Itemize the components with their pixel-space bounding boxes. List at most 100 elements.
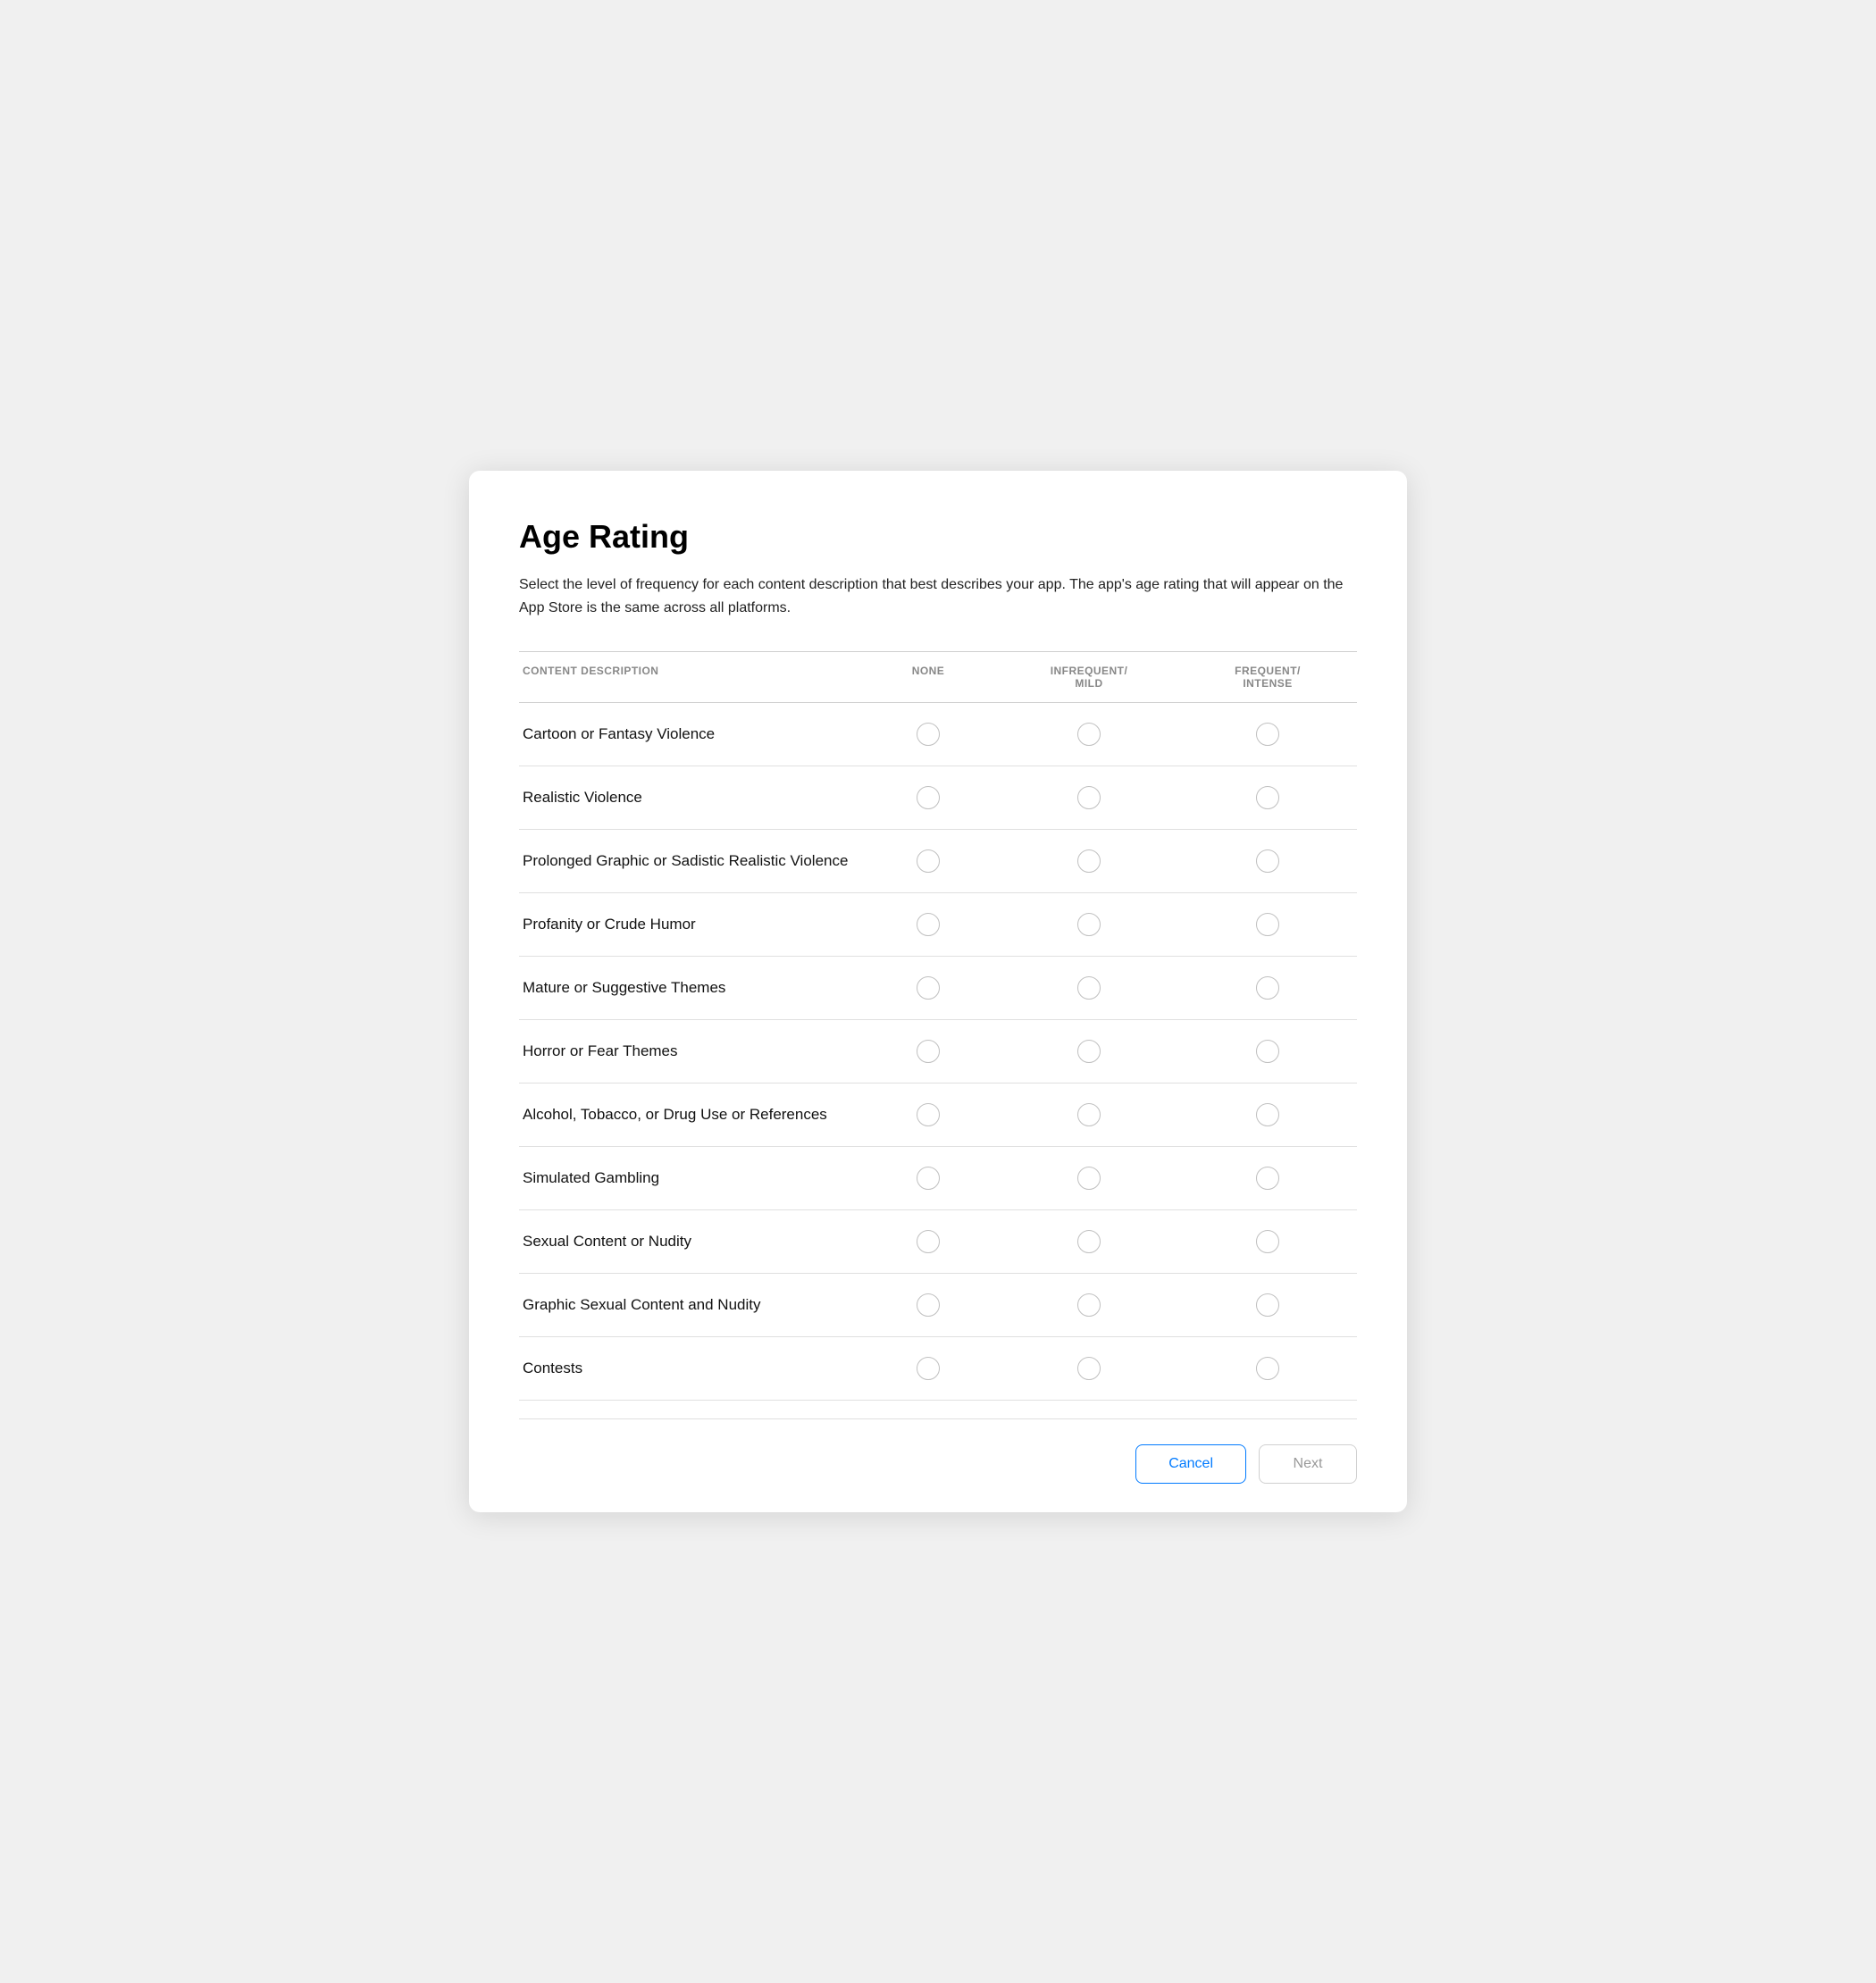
radio-intense-contests[interactable] xyxy=(1256,1357,1279,1380)
col-header-frequent: FREQUENT/INTENSE xyxy=(1178,665,1357,690)
next-button[interactable]: Next xyxy=(1259,1444,1357,1484)
radio-cell-mild-graphic-sexual-content xyxy=(1000,1293,1178,1317)
table-row: Sexual Content or Nudity xyxy=(519,1210,1357,1274)
radio-mild-mature-suggestive-themes[interactable] xyxy=(1077,976,1101,1000)
radio-cell-none-sexual-content-nudity xyxy=(857,1230,1000,1253)
radio-none-alcohol-tobacco-drug[interactable] xyxy=(917,1103,940,1126)
row-label-mature-suggestive-themes: Mature or Suggestive Themes xyxy=(519,979,857,997)
radio-mild-graphic-sexual-content[interactable] xyxy=(1077,1293,1101,1317)
radio-cell-mild-mature-suggestive-themes xyxy=(1000,976,1178,1000)
radio-cell-mild-sexual-content-nudity xyxy=(1000,1230,1178,1253)
radio-cell-intense-graphic-sexual-content xyxy=(1178,1293,1357,1317)
radio-none-prolonged-graphic-violence[interactable] xyxy=(917,849,940,873)
modal-title: Age Rating xyxy=(519,517,1357,556)
radio-cell-mild-realistic-violence xyxy=(1000,786,1178,809)
radio-cell-none-cartoon-fantasy-violence xyxy=(857,723,1000,746)
row-label-sexual-content-nudity: Sexual Content or Nudity xyxy=(519,1233,857,1251)
radio-none-sexual-content-nudity[interactable] xyxy=(917,1230,940,1253)
radio-intense-graphic-sexual-content[interactable] xyxy=(1256,1293,1279,1317)
cancel-button[interactable]: Cancel xyxy=(1135,1444,1246,1484)
row-label-profanity-crude-humor: Profanity or Crude Humor xyxy=(519,916,857,933)
radio-cell-mild-horror-fear-themes xyxy=(1000,1040,1178,1063)
modal-description: Select the level of frequency for each c… xyxy=(519,573,1357,619)
radio-cell-mild-contests xyxy=(1000,1357,1178,1380)
radio-mild-sexual-content-nudity[interactable] xyxy=(1077,1230,1101,1253)
radio-cell-intense-alcohol-tobacco-drug xyxy=(1178,1103,1357,1126)
table-row: Contests xyxy=(519,1337,1357,1401)
table-row: Cartoon or Fantasy Violence xyxy=(519,703,1357,766)
radio-cell-none-contests xyxy=(857,1357,1000,1380)
radio-intense-sexual-content-nudity[interactable] xyxy=(1256,1230,1279,1253)
radio-cell-intense-simulated-gambling xyxy=(1178,1167,1357,1190)
radio-cell-intense-mature-suggestive-themes xyxy=(1178,976,1357,1000)
row-label-realistic-violence: Realistic Violence xyxy=(519,789,857,807)
table-header: CONTENT DESCRIPTION NONE INFREQUENT/MILD… xyxy=(519,651,1357,703)
radio-cell-none-graphic-sexual-content xyxy=(857,1293,1000,1317)
radio-intense-profanity-crude-humor[interactable] xyxy=(1256,913,1279,936)
radio-none-contests[interactable] xyxy=(917,1357,940,1380)
row-label-prolonged-graphic-violence: Prolonged Graphic or Sadistic Realistic … xyxy=(519,852,857,870)
radio-none-profanity-crude-humor[interactable] xyxy=(917,913,940,936)
radio-cell-intense-contests xyxy=(1178,1357,1357,1380)
radio-mild-cartoon-fantasy-violence[interactable] xyxy=(1077,723,1101,746)
radio-cell-none-mature-suggestive-themes xyxy=(857,976,1000,1000)
radio-intense-mature-suggestive-themes[interactable] xyxy=(1256,976,1279,1000)
radio-cell-intense-sexual-content-nudity xyxy=(1178,1230,1357,1253)
radio-intense-simulated-gambling[interactable] xyxy=(1256,1167,1279,1190)
content-table: CONTENT DESCRIPTION NONE INFREQUENT/MILD… xyxy=(519,651,1357,1401)
radio-intense-horror-fear-themes[interactable] xyxy=(1256,1040,1279,1063)
radio-cell-none-profanity-crude-humor xyxy=(857,913,1000,936)
table-row: Alcohol, Tobacco, or Drug Use or Referen… xyxy=(519,1084,1357,1147)
radio-none-simulated-gambling[interactable] xyxy=(917,1167,940,1190)
radio-mild-prolonged-graphic-violence[interactable] xyxy=(1077,849,1101,873)
radio-cell-none-realistic-violence xyxy=(857,786,1000,809)
table-row: Mature or Suggestive Themes xyxy=(519,957,1357,1020)
radio-intense-prolonged-graphic-violence[interactable] xyxy=(1256,849,1279,873)
radio-cell-intense-prolonged-graphic-violence xyxy=(1178,849,1357,873)
age-rating-modal: Age Rating Select the level of frequency… xyxy=(469,471,1407,1512)
col-header-infrequent: INFREQUENT/MILD xyxy=(1000,665,1178,690)
radio-cell-mild-profanity-crude-humor xyxy=(1000,913,1178,936)
row-label-alcohol-tobacco-drug: Alcohol, Tobacco, or Drug Use or Referen… xyxy=(519,1106,857,1124)
row-label-horror-fear-themes: Horror or Fear Themes xyxy=(519,1042,857,1060)
radio-none-realistic-violence[interactable] xyxy=(917,786,940,809)
table-row: Graphic Sexual Content and Nudity xyxy=(519,1274,1357,1337)
row-label-graphic-sexual-content: Graphic Sexual Content and Nudity xyxy=(519,1296,857,1314)
radio-intense-cartoon-fantasy-violence[interactable] xyxy=(1256,723,1279,746)
radio-cell-mild-alcohol-tobacco-drug xyxy=(1000,1103,1178,1126)
radio-mild-horror-fear-themes[interactable] xyxy=(1077,1040,1101,1063)
radio-none-mature-suggestive-themes[interactable] xyxy=(917,976,940,1000)
radio-cell-mild-prolonged-graphic-violence xyxy=(1000,849,1178,873)
radio-mild-alcohol-tobacco-drug[interactable] xyxy=(1077,1103,1101,1126)
col-header-none: NONE xyxy=(857,665,1000,690)
table-row: Realistic Violence xyxy=(519,766,1357,830)
radio-none-horror-fear-themes[interactable] xyxy=(917,1040,940,1063)
table-row: Prolonged Graphic or Sadistic Realistic … xyxy=(519,830,1357,893)
modal-footer: Cancel Next xyxy=(519,1418,1357,1512)
radio-cell-intense-profanity-crude-humor xyxy=(1178,913,1357,936)
radio-cell-intense-cartoon-fantasy-violence xyxy=(1178,723,1357,746)
col-header-description: CONTENT DESCRIPTION xyxy=(519,665,857,690)
table-row: Horror or Fear Themes xyxy=(519,1020,1357,1084)
radio-mild-profanity-crude-humor[interactable] xyxy=(1077,913,1101,936)
radio-intense-alcohol-tobacco-drug[interactable] xyxy=(1256,1103,1279,1126)
table-rows: Cartoon or Fantasy Violence Realistic Vio… xyxy=(519,703,1357,1401)
radio-none-graphic-sexual-content[interactable] xyxy=(917,1293,940,1317)
row-label-contests: Contests xyxy=(519,1360,857,1377)
radio-cell-none-horror-fear-themes xyxy=(857,1040,1000,1063)
radio-cell-none-prolonged-graphic-violence xyxy=(857,849,1000,873)
row-label-cartoon-fantasy-violence: Cartoon or Fantasy Violence xyxy=(519,725,857,743)
table-row: Profanity or Crude Humor xyxy=(519,893,1357,957)
radio-cell-intense-horror-fear-themes xyxy=(1178,1040,1357,1063)
radio-mild-simulated-gambling[interactable] xyxy=(1077,1167,1101,1190)
radio-mild-contests[interactable] xyxy=(1077,1357,1101,1380)
radio-cell-mild-cartoon-fantasy-violence xyxy=(1000,723,1178,746)
radio-none-cartoon-fantasy-violence[interactable] xyxy=(917,723,940,746)
row-label-simulated-gambling: Simulated Gambling xyxy=(519,1169,857,1187)
radio-cell-mild-simulated-gambling xyxy=(1000,1167,1178,1190)
radio-cell-none-alcohol-tobacco-drug xyxy=(857,1103,1000,1126)
radio-intense-realistic-violence[interactable] xyxy=(1256,786,1279,809)
radio-cell-none-simulated-gambling xyxy=(857,1167,1000,1190)
radio-cell-intense-realistic-violence xyxy=(1178,786,1357,809)
radio-mild-realistic-violence[interactable] xyxy=(1077,786,1101,809)
